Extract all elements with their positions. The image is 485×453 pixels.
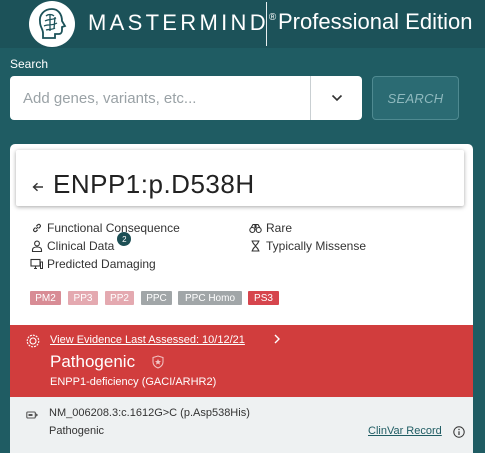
clinvar-classification: Pathogenic bbox=[49, 425, 105, 437]
acmg-tag-ppc-homo[interactable]: PPC Homo bbox=[178, 291, 242, 305]
feature-label: Rare bbox=[266, 221, 293, 235]
feature-clinical-data[interactable]: Clinical Data 2 bbox=[30, 232, 132, 253]
header-divider bbox=[266, 2, 267, 46]
search-type-dropdown[interactable] bbox=[310, 76, 362, 120]
info-icon[interactable] bbox=[453, 425, 465, 443]
brand-name: MASTERMIND® bbox=[88, 10, 277, 35]
edition-label: Professional Edition bbox=[278, 9, 473, 34]
search-input[interactable] bbox=[10, 76, 310, 120]
acmg-tag-pp2[interactable]: PP2 bbox=[105, 291, 134, 305]
view-evidence-link[interactable]: View Evidence Last Assessed: 10/12/21 bbox=[50, 334, 245, 346]
feature-label: Functional Consequence bbox=[47, 221, 180, 235]
feature-typically-missense[interactable]: Typically Missense bbox=[249, 239, 366, 253]
computer-icon bbox=[30, 258, 43, 271]
classification-band: View Evidence Last Assessed: 10/12/21 Pa… bbox=[10, 325, 473, 397]
search-button[interactable]: SEARCH bbox=[372, 76, 459, 120]
feature-functional-consequence[interactable]: Functional Consequence bbox=[30, 221, 180, 235]
variant-title: ENPP1:p.D538H bbox=[53, 169, 255, 199]
feature-predicted-damaging[interactable]: Predicted Damaging bbox=[30, 257, 156, 271]
clinical-data-count-badge: 2 bbox=[117, 232, 132, 246]
chevron-right-icon[interactable] bbox=[273, 333, 281, 347]
feature-label: Predicted Damaging bbox=[47, 257, 156, 271]
acmg-tag-pm2[interactable]: PM2 bbox=[30, 291, 61, 305]
link-icon bbox=[30, 222, 43, 235]
acmg-tag-ps3[interactable]: PS3 bbox=[248, 291, 279, 305]
top-bar: MASTERMIND® Professional Edition bbox=[0, 0, 485, 48]
person-icon bbox=[30, 240, 43, 253]
database-tag-icon bbox=[26, 407, 39, 425]
assessment-badge-icon bbox=[26, 334, 40, 353]
chevron-down-icon bbox=[331, 94, 342, 102]
clinvar-record-link[interactable]: ClinVar Record bbox=[368, 425, 442, 437]
binoculars-icon bbox=[249, 222, 262, 235]
feature-label: Clinical Data bbox=[47, 239, 115, 253]
search-label: Search bbox=[10, 57, 49, 71]
condition-label: ENPP1-deficiency (GACI/ARHR2) bbox=[50, 376, 217, 388]
feature-rare[interactable]: Rare bbox=[249, 221, 292, 235]
clinvar-hgvs: NM_006208.3:c.1612G>C (p.Asp538His) bbox=[49, 407, 250, 419]
variant-title-box: ENPP1:p.D538H bbox=[16, 150, 464, 206]
classification-label: Pathogenic bbox=[50, 352, 136, 371]
variant-card: ENPP1:p.D538H Functional Consequence Rar… bbox=[10, 144, 473, 453]
hourglass-icon bbox=[249, 240, 262, 253]
clinvar-row: NM_006208.3:c.1612G>C (p.Asp538His) Path… bbox=[10, 397, 473, 453]
acmg-tag-pp3[interactable]: PP3 bbox=[68, 291, 98, 305]
acmg-tag-ppc[interactable]: PPC bbox=[141, 291, 172, 305]
arrow-left-icon[interactable] bbox=[32, 179, 44, 195]
feature-label: Typically Missense bbox=[266, 239, 367, 253]
shield-star-icon bbox=[152, 355, 164, 374]
brain-logo-icon[interactable] bbox=[29, 1, 75, 47]
